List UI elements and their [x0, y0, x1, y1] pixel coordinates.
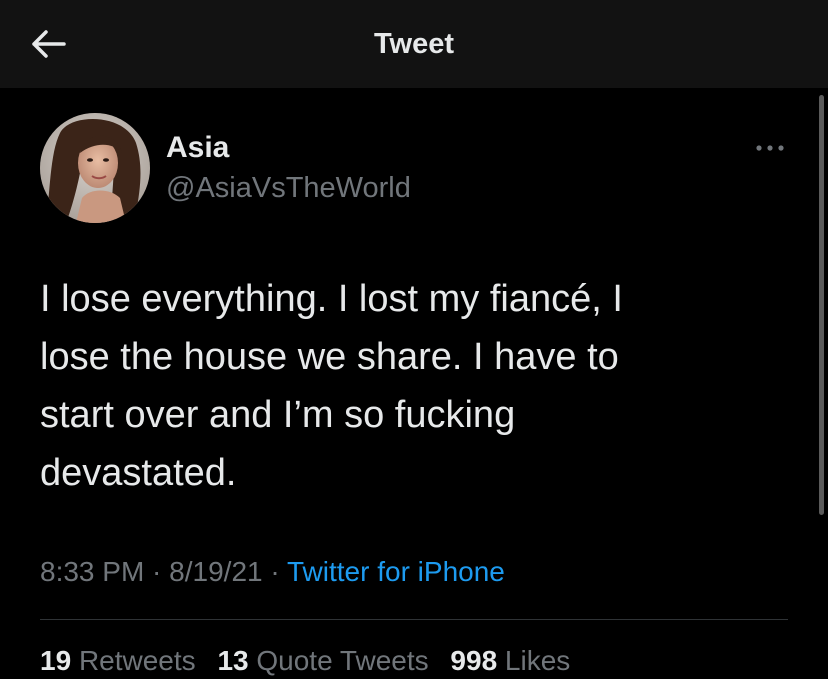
more-horizontal-icon — [756, 145, 784, 151]
tweet-stats: 19 Retweets 13 Quote Tweets 998 Likes — [40, 645, 584, 677]
quote-tweets-stat[interactable]: 13 Quote Tweets — [217, 645, 428, 676]
retweets-count: 19 — [40, 645, 72, 676]
retweets-label: Retweets — [78, 645, 196, 676]
top-bar: Tweet — [0, 0, 828, 88]
tweet-source-link[interactable]: Twitter for iPhone — [287, 556, 505, 587]
meta-separator: · — [262, 556, 287, 587]
tweet-meta: 8:33 PM · 8/19/21 · Twitter for iPhone — [40, 556, 505, 588]
scrollbar[interactable] — [819, 95, 824, 515]
back-button[interactable] — [24, 24, 72, 64]
meta-separator: · — [144, 556, 170, 587]
likes-count: 998 — [450, 645, 498, 676]
quote-tweets-count: 13 — [217, 645, 249, 676]
page-title: Tweet — [373, 28, 455, 60]
arrow-left-icon — [32, 30, 66, 58]
profile-photo — [40, 113, 150, 223]
retweets-stat[interactable]: 19 Retweets — [40, 645, 196, 676]
author-name[interactable]: Asia — [166, 131, 229, 165]
quote-tweets-label: Quote Tweets — [256, 645, 429, 676]
author-handle: @AsiaVsTheWorld — [166, 172, 411, 204]
divider — [40, 619, 788, 620]
avatar[interactable] — [40, 113, 150, 223]
tweet-time: 8:33 PM — [40, 556, 145, 587]
likes-stat[interactable]: 998 Likes — [450, 645, 570, 676]
likes-label: Likes — [504, 645, 571, 676]
tweet-date: 8/19/21 — [169, 556, 263, 587]
more-options-button[interactable] — [748, 134, 792, 162]
tweet-text: I lose everything. I lost my fiancé, I l… — [40, 278, 623, 494]
